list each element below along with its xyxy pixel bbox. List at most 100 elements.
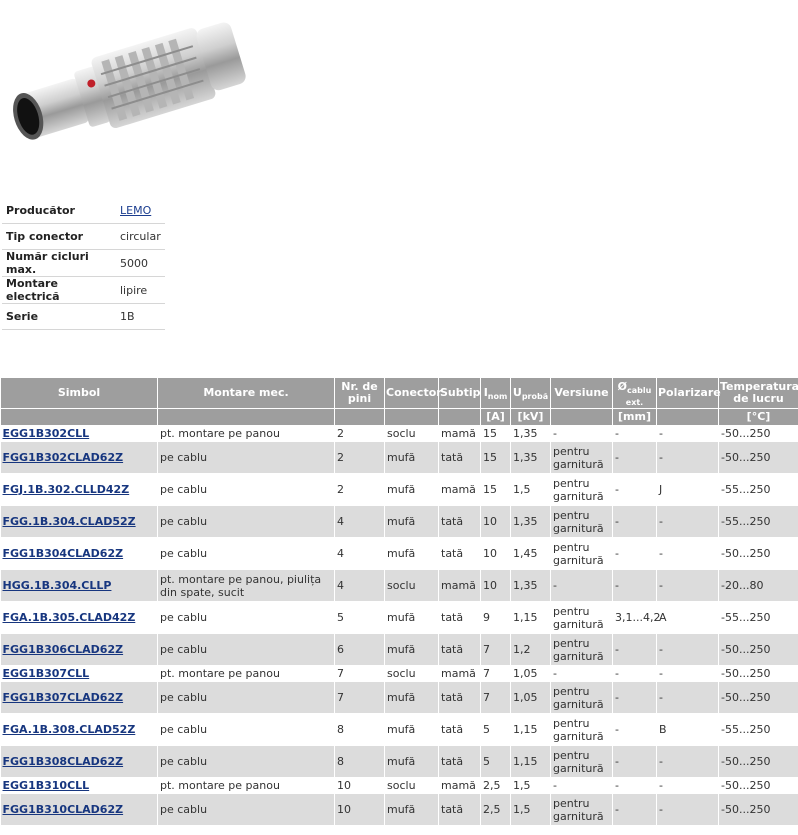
table-row: FGG1B302CLAD62Z pe cablu 2 mufă tată 15 1,35 pe… [0, 441, 798, 474]
header-montare[interactable]: Montare mec. [157, 377, 335, 409]
table-header-row: Simbol Montare mec. Nr. de pini Conector… [0, 377, 798, 409]
table-units-row: [A] [kV] [mm] [°C] [0, 408, 798, 426]
cell-versiune: pentru garnitură [550, 745, 613, 778]
product-symbol-link[interactable]: FGG1B304CLAD62Z [3, 547, 124, 560]
product-symbol-link[interactable]: FGG.1B.304.CLAD52Z [3, 515, 136, 528]
cell-versiune: - [550, 665, 613, 682]
cell-simbol: FGG.1B.304.CLAD52Z [0, 505, 158, 538]
property-row: Serie 1B [2, 303, 165, 330]
header-cablu[interactable]: Øcablu ext. [612, 377, 657, 409]
cell-montare: pe cablu [157, 745, 335, 778]
product-symbol-link[interactable]: EGG1B302CLL [3, 427, 90, 440]
table-row: FGG1B304CLAD62Z pe cablu 4 mufă tată 10 1,45 pe… [0, 537, 798, 570]
table-row: FGG.1B.304.CLAD52Z pe cablu 4 mufă tată 10 1,3… [0, 505, 798, 538]
cell-uproba: 1,15 [510, 601, 551, 634]
header-versiune[interactable]: Versiune [550, 377, 613, 409]
cell-cablu: - [612, 473, 657, 506]
product-symbol-link[interactable]: FGG1B307CLAD62Z [3, 691, 124, 704]
cell-subtip: mamă [438, 665, 481, 682]
header-temperatura[interactable]: Temperatura de lucru [718, 377, 798, 409]
property-row: Montare electrică lipire [2, 276, 165, 304]
product-symbol-link[interactable]: FGG1B306CLAD62Z [3, 643, 124, 656]
header-inom[interactable]: Inom [480, 377, 511, 409]
product-symbol-link[interactable]: FGA.1B.308.CLAD52Z [3, 723, 136, 736]
header-pini[interactable]: Nr. de pini [334, 377, 385, 409]
product-symbol-link[interactable]: FGA.1B.305.CLAD42Z [3, 611, 136, 624]
header-simbol[interactable]: Simbol [0, 377, 158, 409]
table-row: FGJ.1B.302.CLLD42Z pe cablu 2 mufă mamă 15 1,5… [0, 473, 798, 506]
cell-cablu: - [612, 665, 657, 682]
cell-cablu: - [612, 633, 657, 666]
cell-versiune: pentru garnitură [550, 601, 613, 634]
header-inom-sub: nom [487, 392, 508, 401]
cell-versiune: - [550, 569, 613, 602]
product-symbol-link[interactable]: EGG1B310CLL [3, 779, 90, 792]
cell-polarizare: A [656, 601, 719, 634]
cell-cablu: 3,1...4,2 [612, 601, 660, 634]
cell-uproba: 1,15 [510, 713, 551, 746]
cell-simbol: FGA.1B.308.CLAD52Z [0, 713, 158, 746]
product-table: Simbol Montare mec. Nr. de pini Conector… [0, 377, 798, 826]
cell-simbol: FGG1B310CLAD62Z [0, 793, 158, 826]
property-value: lipire [116, 276, 165, 304]
header-uproba[interactable]: Uprobă [510, 377, 551, 409]
cell-polarizare: - [656, 665, 719, 682]
cell-pini: 2 [334, 425, 385, 442]
cell-simbol: FGJ.1B.302.CLLD42Z [0, 473, 158, 506]
cell-montare: pt. montare pe panou [157, 777, 335, 794]
cell-pini: 8 [334, 713, 385, 746]
cell-subtip: tată [438, 745, 481, 778]
cell-subtip: tată [438, 601, 481, 634]
property-row: Producător LEMO [2, 198, 165, 224]
unit-empty [656, 408, 719, 426]
cell-temperatura: -50...250 [718, 665, 798, 682]
cell-temperatura: -50...250 [718, 441, 798, 474]
cell-simbol: FGG1B306CLAD62Z [0, 633, 158, 666]
cell-conector: mufă [384, 601, 439, 634]
cell-inom: 15 [480, 473, 511, 506]
product-symbol-link[interactable]: FGJ.1B.302.CLLD42Z [3, 483, 130, 496]
product-symbol-link[interactable]: FGG1B308CLAD62Z [3, 755, 124, 768]
cell-polarizare: - [656, 505, 719, 538]
product-symbol-link[interactable]: HGG.1B.304.CLLP [3, 579, 112, 592]
property-label: Tip conector [2, 223, 116, 250]
unit-inom: [A] [480, 408, 511, 426]
manufacturer-link[interactable]: LEMO [120, 204, 151, 217]
cell-polarizare: - [656, 537, 719, 570]
cell-inom: 10 [480, 569, 511, 602]
cell-cablu: - [612, 505, 657, 538]
table-row: FGG1B306CLAD62Z pe cablu 6 mufă tată 7 1,2 pent… [0, 633, 798, 666]
cell-simbol: EGG1B302CLL [0, 425, 158, 442]
cell-pini: 7 [334, 681, 385, 714]
cell-temperatura: -50...250 [718, 425, 798, 442]
product-symbol-link[interactable]: EGG1B307CLL [3, 667, 90, 680]
cell-temperatura: -20...80 [718, 569, 798, 602]
product-symbol-link[interactable]: FGG1B302CLAD62Z [3, 451, 124, 464]
cell-inom: 15 [480, 441, 511, 474]
table-row: FGA.1B.308.CLAD52Z pe cablu 8 mufă tată 5 1,15… [0, 713, 798, 746]
header-subtip[interactable]: Subtip [438, 377, 481, 409]
cell-conector: mufă [384, 793, 439, 826]
cell-temperatura: -50...250 [718, 793, 798, 826]
cell-montare: pe cablu [157, 441, 335, 474]
cell-conector: mufă [384, 633, 439, 666]
cell-subtip: tată [438, 681, 481, 714]
cell-conector: mufă [384, 473, 439, 506]
cell-cablu: - [612, 681, 657, 714]
cell-pini: 2 [334, 441, 385, 474]
cell-montare: pe cablu [157, 505, 335, 538]
product-symbol-link[interactable]: FGG1B310CLAD62Z [3, 803, 124, 816]
cell-cablu: - [612, 569, 657, 602]
unit-cablu: [mm] [612, 408, 657, 426]
property-value: circular [116, 223, 165, 250]
header-cablu-sub: cablu ext. [625, 386, 652, 407]
header-polarizare[interactable]: Polarizare [656, 377, 721, 409]
cell-polarizare: - [656, 745, 719, 778]
cell-conector: soclu [384, 569, 439, 602]
connector-product-image [13, 22, 246, 140]
cell-versiune: pentru garnitură [550, 505, 613, 538]
unit-empty [384, 408, 439, 426]
cell-polarizare: - [656, 441, 719, 474]
unit-empty [438, 408, 481, 426]
header-conector[interactable]: Conector [384, 377, 442, 409]
